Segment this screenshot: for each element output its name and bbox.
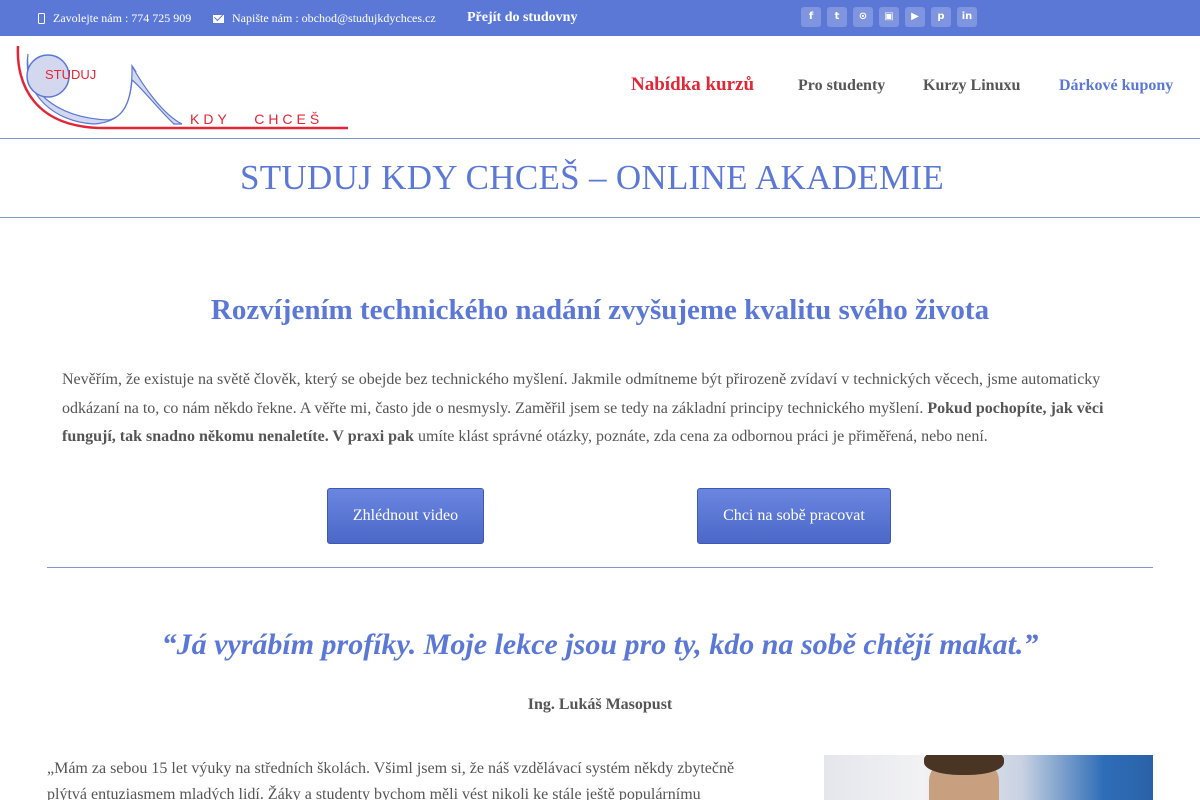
pinterest-icon[interactable]: p bbox=[931, 7, 951, 27]
phone-contact: Zavolejte nám : 774 725 909 bbox=[38, 11, 191, 26]
nav-item-darkove-kupony[interactable]: Dárkové kupony bbox=[1059, 77, 1173, 95]
logo[interactable]: STUDUJ KDY CHCEŠ bbox=[14, 44, 354, 134]
quote-author: Ing. Lukáš Masopust bbox=[527, 696, 673, 713]
watch-video-button[interactable]: Zhlédnout video bbox=[327, 488, 484, 544]
studovna-link[interactable]: Přejít do studovny bbox=[467, 10, 577, 26]
rss-icon[interactable]: ⊙ bbox=[853, 7, 873, 27]
section-headline: Rozvíjením technického nadání zvyšujeme … bbox=[210, 294, 990, 326]
email-text[interactable]: Napište nám : obchod@studujkdychces.cz bbox=[232, 11, 436, 26]
facebook-icon[interactable]: f bbox=[801, 7, 821, 27]
intro-text-2: umíte klást správné otázky, poznáte, zda… bbox=[417, 428, 988, 445]
youtube-icon[interactable]: ▶ bbox=[905, 7, 925, 27]
phone-text: Zavolejte nám : 774 725 909 bbox=[53, 11, 192, 25]
bio-paragraph: „Mám za sebou 15 let výuky na středních … bbox=[47, 760, 735, 800]
email-contact[interactable]: Napište nám : obchod@studujkdychces.cz bbox=[213, 11, 436, 26]
linkedin-icon[interactable]: in bbox=[957, 7, 977, 27]
instagram-icon[interactable]: ▣ bbox=[879, 7, 899, 27]
social-links: f t ⊙ ▣ ▶ p in bbox=[801, 7, 977, 27]
logo-line2: KDY CHCEŠ bbox=[190, 111, 323, 127]
intro-paragraph: Nevěřím, že existuje na světě člověk, kt… bbox=[62, 366, 1142, 452]
section-divider bbox=[47, 567, 1153, 568]
title-band: STUDUJ KDY CHCEŠ – ONLINE AKADEMIE bbox=[0, 139, 1200, 218]
nav-item-kurzy-linuxu[interactable]: Kurzy Linuxu bbox=[923, 77, 1020, 95]
nav-item-kurzy[interactable]: Nabídka kurzů bbox=[631, 74, 754, 96]
mail-icon bbox=[213, 14, 224, 23]
top-bar: Zavolejte nám : 774 725 909 Napište nám … bbox=[0, 0, 1200, 36]
quote-text: “Já vyrábím profíky. Moje lekce jsou pro… bbox=[161, 628, 1039, 661]
twitter-icon[interactable]: t bbox=[827, 7, 847, 27]
author-photo bbox=[824, 755, 1153, 800]
logo-line1: STUDUJ bbox=[45, 67, 96, 82]
nav-item-pro-studenty[interactable]: Pro studenty bbox=[798, 77, 885, 95]
page-title: STUDUJ KDY CHCEŠ – ONLINE AKADEMIE bbox=[239, 158, 945, 197]
phone-icon bbox=[38, 13, 45, 24]
work-on-myself-button[interactable]: Chci na sobě pracovat bbox=[697, 488, 891, 544]
site-header: STUDUJ KDY CHCEŠ Nabídka kurzů Pro stude… bbox=[0, 36, 1200, 139]
